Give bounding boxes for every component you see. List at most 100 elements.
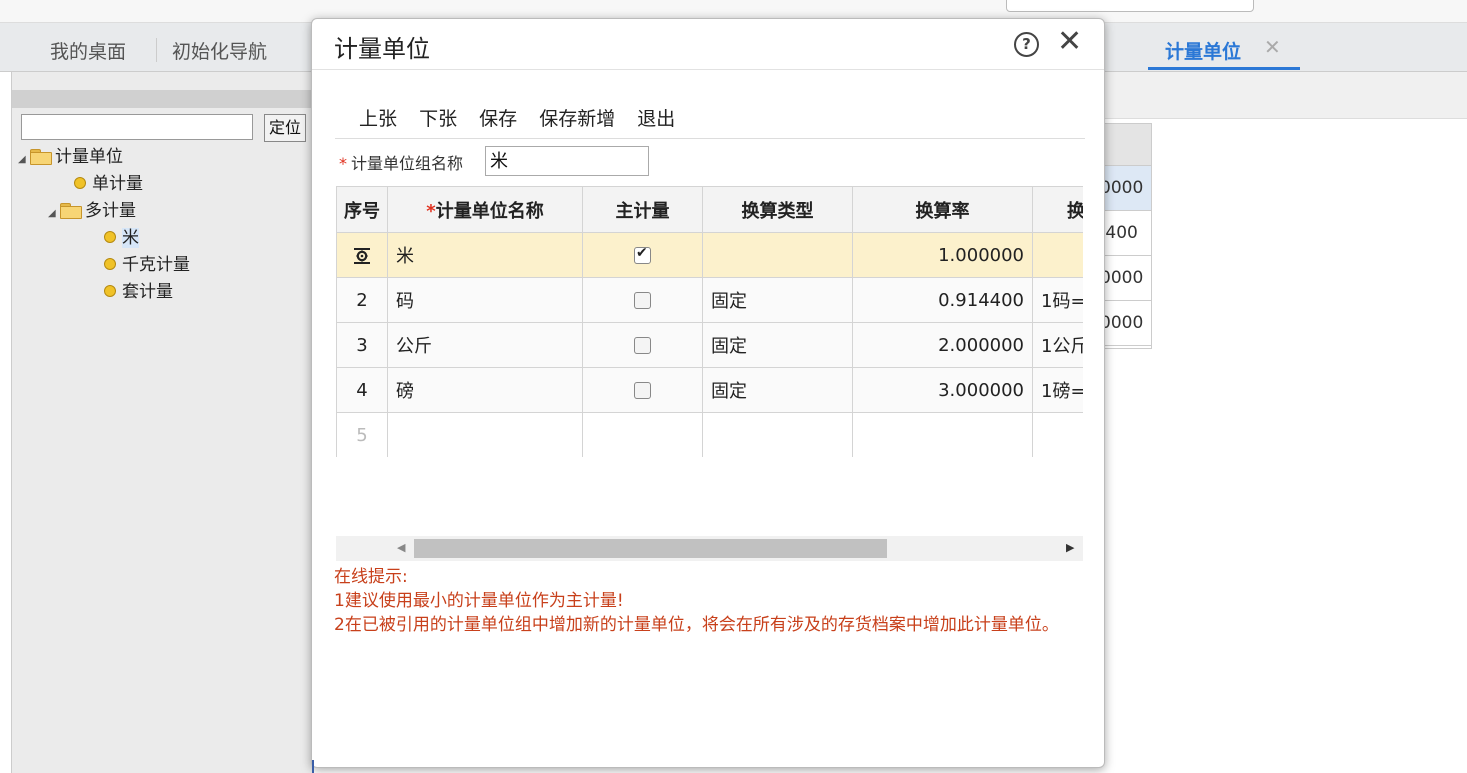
col-header-name-text: 计量单位名称 <box>435 200 544 222</box>
leaf-dot-icon <box>104 258 116 270</box>
row-seq-cell: 5 <box>336 412 388 457</box>
row-seq-cell: 4 <box>336 367 388 413</box>
tab-my-desktop[interactable]: 我的桌面 <box>50 37 126 64</box>
scrollbar-thumb[interactable] <box>414 539 887 558</box>
row-seq-cell: 2 <box>336 277 388 323</box>
col-header-primary[interactable]: 主计量 <box>582 186 703 233</box>
row-seq-cell: 3 <box>336 322 388 368</box>
primary-checkbox[interactable] <box>634 292 651 309</box>
conv-desc-cell[interactable] <box>1032 412 1083 457</box>
primary-cell[interactable] <box>582 232 703 278</box>
scroll-right-arrow-icon[interactable]: ▶ <box>1066 541 1074 554</box>
top-search-box[interactable] <box>1006 0 1254 12</box>
save-and-new-button[interactable]: 保存新增 <box>539 108 615 130</box>
conv-rate-cell[interactable]: 3.000000 <box>852 367 1033 413</box>
locate-button[interactable]: 定位 <box>264 114 306 142</box>
gear-icon[interactable] <box>352 246 372 266</box>
primary-cell[interactable] <box>582 367 703 413</box>
tree-node-multi[interactable]: ◢ 多计量 <box>48 200 136 222</box>
unit-name-cell[interactable]: 磅 <box>387 367 583 413</box>
leaf-dot-icon <box>104 231 116 243</box>
online-hint: 在线提示: 1建议使用最小的计量单位作为主计量! 2在已被引用的计量单位组中增加… <box>334 565 1074 637</box>
tab-init-nav[interactable]: 初始化导航 <box>172 37 267 64</box>
locate-input[interactable] <box>21 114 253 140</box>
scroll-left-arrow-icon[interactable]: ◀ <box>397 541 405 554</box>
group-name-label-text: 计量单位组名称 <box>351 154 464 173</box>
close-icon[interactable]: ✕ <box>1057 24 1082 60</box>
tree-node-label: 千克计量 <box>122 255 190 275</box>
table-row[interactable]: 2 码 固定 0.914400 1码= <box>336 277 1083 323</box>
conv-desc-cell[interactable]: 1公斤 <box>1032 322 1083 368</box>
left-tree-panel: 定位 ◢ 计量单位 单计量 ◢ 多计量 米 千克计量 套计量 <box>11 72 312 773</box>
conv-rate-cell[interactable] <box>852 412 1033 457</box>
toolbar-divider <box>335 138 1085 139</box>
required-mark: * <box>426 200 436 222</box>
leaf-dot-icon <box>74 177 86 189</box>
conv-type-cell[interactable]: 固定 <box>702 322 853 368</box>
tree-node-meter[interactable]: 米 <box>104 227 139 249</box>
tree-node-kg[interactable]: 千克计量 <box>104 254 190 276</box>
unit-name-cell[interactable]: 公斤 <box>387 322 583 368</box>
required-mark: * <box>339 154 347 173</box>
primary-checkbox[interactable] <box>634 337 651 354</box>
table-row[interactable]: 5 <box>336 412 1083 457</box>
tree-node-label: 多计量 <box>85 201 136 221</box>
primary-checkbox[interactable] <box>634 245 651 264</box>
hint-line-1: 1建议使用最小的计量单位作为主计量! <box>334 591 624 611</box>
collapse-triangle-icon[interactable]: ◢ <box>18 149 30 171</box>
folder-icon <box>30 149 52 165</box>
conv-desc-cell[interactable]: 1码= <box>1032 277 1083 323</box>
col-header-name[interactable]: *计量单位名称 <box>387 186 583 233</box>
table-row[interactable]: 4 磅 固定 3.000000 1磅= <box>336 367 1083 413</box>
save-button[interactable]: 保存 <box>479 108 517 130</box>
leaf-dot-icon <box>104 285 116 297</box>
prev-button[interactable]: 上张 <box>359 108 397 130</box>
conv-type-cell[interactable] <box>702 412 853 457</box>
tree-node-label: 套计量 <box>122 282 173 302</box>
conv-type-cell[interactable]: 固定 <box>702 367 853 413</box>
tree-node-root[interactable]: ◢ 计量单位 <box>18 146 123 168</box>
unit-name-cell[interactable]: 米 <box>387 232 583 278</box>
conv-rate-cell[interactable]: 1.000000 <box>852 232 1033 278</box>
row-settings-cell[interactable] <box>336 232 388 278</box>
bottom-edge-marker <box>312 760 324 773</box>
exit-button[interactable]: 退出 <box>637 108 675 130</box>
unit-name-cell[interactable]: 码 <box>387 277 583 323</box>
folder-icon <box>60 203 82 219</box>
tree-node-label: 计量单位 <box>55 147 123 167</box>
tab-close-icon[interactable]: ✕ <box>1264 35 1281 59</box>
tree-node-set[interactable]: 套计量 <box>104 281 173 303</box>
col-header-conv-type[interactable]: 换算类型 <box>702 186 853 233</box>
conv-rate-cell[interactable]: 0.914400 <box>852 277 1033 323</box>
col-header-conv-desc[interactable]: 换 <box>1032 186 1083 233</box>
conv-rate-cell[interactable]: 2.000000 <box>852 322 1033 368</box>
help-icon[interactable]: ? <box>1014 32 1039 57</box>
conv-desc-cell[interactable] <box>1032 232 1083 278</box>
primary-checkbox[interactable] <box>634 382 651 399</box>
dialog-title: 计量单位 <box>334 35 430 63</box>
col-header-conv-rate[interactable]: 换算率 <box>852 186 1033 233</box>
unit-name-cell[interactable] <box>387 412 583 457</box>
tab-unit-of-measure[interactable]: 计量单位 <box>1165 37 1241 64</box>
dialog-toolbar: 上张 下张 保存 保存新增 退出 <box>359 104 691 131</box>
tree-node-label: 单计量 <box>92 174 143 194</box>
collapse-triangle-icon[interactable]: ◢ <box>48 203 60 225</box>
conv-type-cell[interactable]: 固定 <box>702 277 853 323</box>
table-row[interactable]: 3 公斤 固定 2.000000 1公斤 <box>336 322 1083 368</box>
conv-type-cell[interactable] <box>702 232 853 278</box>
group-name-label: * 计量单位组名称 <box>339 150 463 174</box>
active-tab-indicator <box>1148 67 1300 70</box>
grid-horizontal-scrollbar[interactable]: ◀ ▶ <box>336 536 1083 561</box>
tab-divider <box>156 38 157 62</box>
primary-cell[interactable] <box>582 277 703 323</box>
panel-header-bar <box>12 90 312 108</box>
primary-cell[interactable] <box>582 322 703 368</box>
next-button[interactable]: 下张 <box>419 108 457 130</box>
table-row[interactable]: 米 1.000000 <box>336 232 1083 278</box>
unit-grid: 序号 *计量单位名称 主计量 换算类型 换算率 换 <box>336 186 1083 457</box>
hint-title: 在线提示: <box>334 567 408 587</box>
group-name-input[interactable]: 米 <box>485 146 649 176</box>
conv-desc-cell[interactable]: 1磅= <box>1032 367 1083 413</box>
tree-node-single[interactable]: 单计量 <box>74 173 143 195</box>
primary-cell[interactable] <box>582 412 703 457</box>
